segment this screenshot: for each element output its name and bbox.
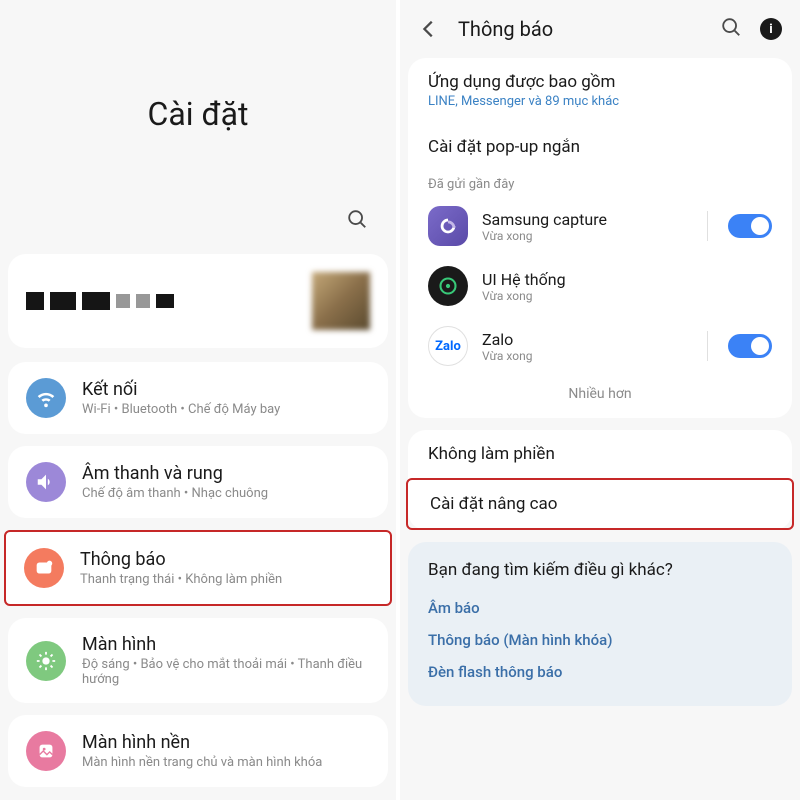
suggest-link-sound[interactable]: Âm báo (428, 592, 772, 624)
avatar (312, 272, 370, 330)
info-icon[interactable]: i (760, 18, 782, 40)
notifications-panel: Thông báo i Ứng dụng được bao gồm LINE, … (400, 0, 800, 800)
settings-item-connections[interactable]: Kết nối Wi-Fi • Bluetooth • Chế độ Máy ba… (8, 362, 388, 434)
item-title: Màn hình nền (82, 732, 370, 753)
item-sub: Chế độ âm thanh • Nhạc chuông (82, 486, 370, 501)
back-icon[interactable] (418, 18, 440, 40)
samsung-capture-icon (428, 206, 468, 246)
wallpaper-icon (26, 731, 66, 771)
nav-title: Thông báo (458, 17, 702, 41)
item-sub: Độ sáng • Bảo vệ cho mắt thoải mái • Tha… (82, 657, 370, 687)
zalo-icon: Zalo (428, 326, 468, 366)
toggle[interactable] (728, 334, 772, 358)
group-advanced: Không làm phiền Cài đặt nâng cao (408, 430, 792, 530)
more-button[interactable]: Nhiều hơn (408, 376, 792, 418)
group-included: Ứng dụng được bao gồm LINE, Messenger và… (408, 58, 792, 418)
app-row-system-ui[interactable]: UI Hệ thốngVừa xong (408, 256, 792, 316)
system-ui-icon (428, 266, 468, 306)
settings-item-wallpaper[interactable]: Màn hình nền Màn hình nền trang chủ và mà… (8, 715, 388, 787)
page-title: Cài đặt (0, 0, 396, 173)
search-icon[interactable] (346, 208, 368, 234)
settings-item-display[interactable]: Màn hìnhĐộ sáng • Bảo vệ cho mắt thoải m… (8, 618, 388, 703)
item-sub: Màn hình nền trang chủ và màn hình khóa (82, 755, 370, 770)
search-icon[interactable] (720, 16, 742, 42)
row-advanced-settings[interactable]: Cài đặt nâng cao (406, 478, 794, 530)
sound-icon (26, 462, 66, 502)
item-sub: Wi-Fi • Bluetooth • Chế độ Máy bay (82, 402, 370, 417)
item-title: Màn hình (82, 634, 370, 655)
wifi-icon (26, 378, 66, 418)
suggest-link-lockscreen[interactable]: Thông báo (Màn hình khóa) (428, 624, 772, 656)
row-included-apps[interactable]: Ứng dụng được bao gồm LINE, Messenger và… (408, 58, 792, 123)
settings-main-panel: Cài đặt Kết nối Wi-Fi • Bluetooth • Chế đ… (0, 0, 400, 800)
toggle[interactable] (728, 214, 772, 238)
display-icon (26, 641, 66, 681)
item-title: Thông báo (80, 549, 372, 570)
row-dnd[interactable]: Không làm phiền (408, 430, 792, 478)
recent-label: Đã gửi gần đây (408, 171, 792, 196)
item-sub: Thanh trạng thái • Không làm phiền (80, 572, 372, 587)
app-row-samsung-capture[interactable]: Samsung captureVừa xong (408, 196, 792, 256)
account-card[interactable] (8, 254, 388, 348)
item-title: Âm thanh và rung (82, 463, 370, 484)
suggest-link-flash[interactable]: Đèn flash thông báo (428, 656, 772, 688)
app-row-zalo[interactable]: Zalo ZaloVừa xong (408, 316, 792, 376)
suggestions-card: Bạn đang tìm kiếm điều gì khác? Âm báo T… (408, 542, 792, 706)
nav-bar: Thông báo i (400, 0, 800, 58)
search-row (0, 173, 396, 254)
settings-item-sound[interactable]: Âm thanh và rung Chế độ âm thanh • Nhạc c… (8, 446, 388, 518)
row-popup-settings[interactable]: Cài đặt pop-up ngắn (408, 123, 792, 171)
item-title: Kết nối (82, 379, 370, 400)
notification-icon (24, 548, 64, 588)
suggest-title: Bạn đang tìm kiếm điều gì khác? (428, 560, 772, 580)
settings-item-notifications[interactable]: Thông báo Thanh trạng thái • Không làm ph… (4, 530, 392, 606)
